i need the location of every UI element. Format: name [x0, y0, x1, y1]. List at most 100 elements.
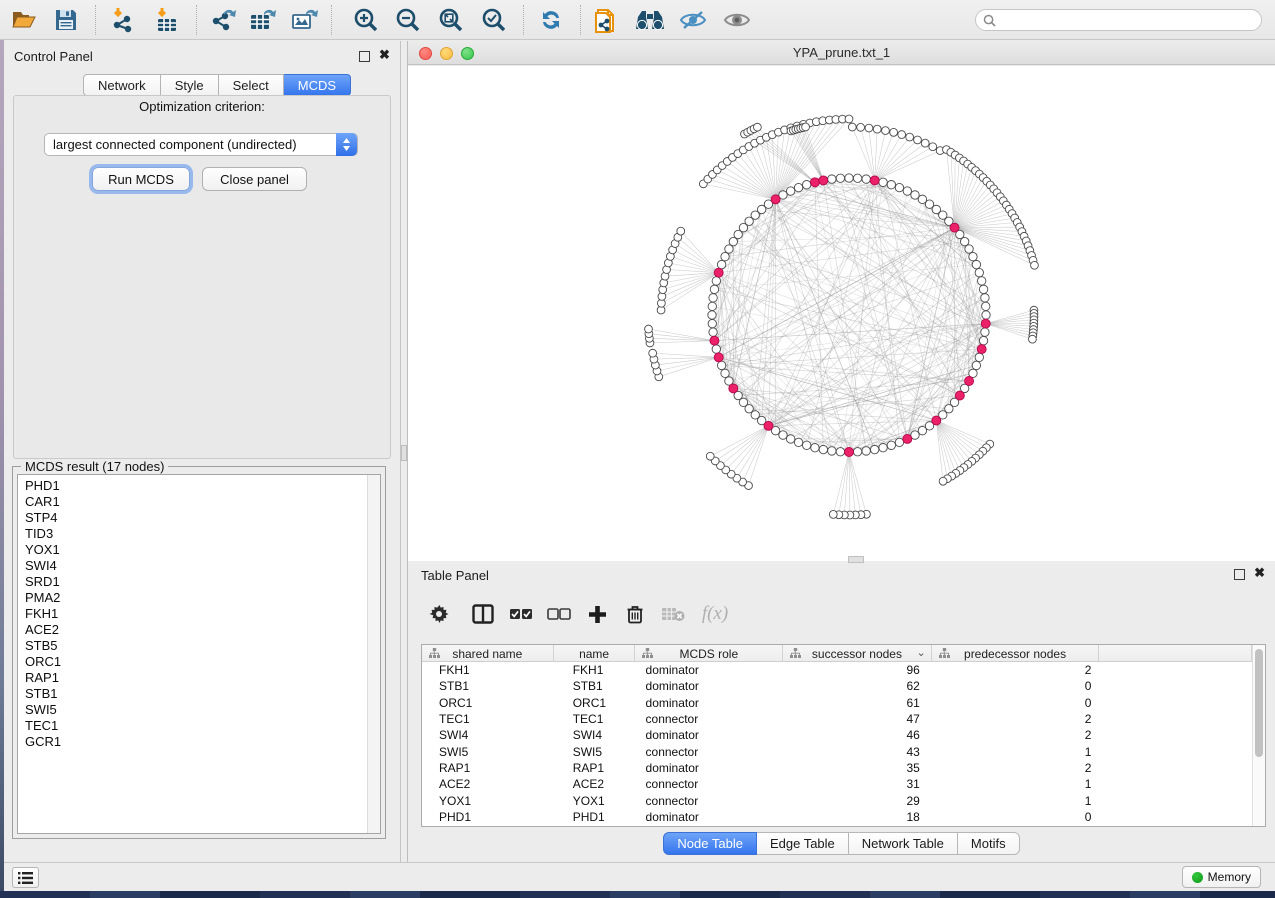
network-node[interactable]: [712, 277, 720, 285]
mcds-result-item[interactable]: ACE2: [18, 622, 380, 638]
search-input[interactable]: [1000, 13, 1261, 27]
network-mcds-hub-node[interactable]: [932, 416, 941, 425]
network-leaf-node[interactable]: [1029, 335, 1037, 343]
mcds-result-item[interactable]: ORC1: [18, 654, 380, 670]
mcds-result-item[interactable]: YOX1: [18, 542, 380, 558]
table-row[interactable]: FKH1FKH1dominator962: [422, 662, 1252, 678]
node-table-header[interactable]: shared namenameMCDS rolesuccessor nodes⌄…: [422, 645, 1252, 662]
network-node[interactable]: [972, 361, 980, 369]
network-node[interactable]: [870, 445, 878, 453]
task-history-button[interactable]: [12, 867, 39, 888]
network-node[interactable]: [977, 277, 985, 285]
network-node[interactable]: [710, 285, 718, 293]
network-node[interactable]: [712, 345, 720, 353]
tab-motifs[interactable]: Motifs: [958, 832, 1020, 855]
import-network-button[interactable]: [105, 3, 141, 37]
export-network-button[interactable]: [206, 3, 242, 37]
zoom-out-button[interactable]: [390, 3, 426, 37]
network-node[interactable]: [836, 448, 844, 456]
zoom-in-button[interactable]: [348, 3, 384, 37]
network-node[interactable]: [717, 361, 725, 369]
column-header-name[interactable]: name: [554, 645, 636, 662]
network-mcds-hub-node[interactable]: [710, 336, 719, 345]
table-row[interactable]: RAP1RAP1dominator352: [422, 760, 1252, 776]
network-mcds-hub-node[interactable]: [819, 176, 828, 185]
mcds-result-item[interactable]: SRD1: [18, 574, 380, 590]
settings-gear-button[interactable]: [420, 596, 458, 632]
mcds-result-item[interactable]: GCR1: [18, 734, 380, 750]
network-mcds-hub-node[interactable]: [870, 176, 879, 185]
close-panel-button[interactable]: Close panel: [202, 167, 307, 191]
network-node[interactable]: [895, 438, 903, 446]
mcds-list-scrollbar[interactable]: [367, 475, 380, 833]
table-row[interactable]: SWI4SWI4dominator462: [422, 727, 1252, 743]
function-builder-button[interactable]: f(x): [692, 596, 738, 632]
table-row[interactable]: YOX1YOX1connector291: [422, 792, 1252, 808]
network-node[interactable]: [828, 175, 836, 183]
network-node[interactable]: [982, 302, 990, 310]
column-header-empty[interactable]: [1099, 645, 1252, 662]
network-mcds-hub-node[interactable]: [771, 195, 780, 204]
chevron-down-icon[interactable]: ⌄: [917, 646, 926, 659]
network-leaf-node[interactable]: [873, 125, 881, 133]
network-leaf-node[interactable]: [848, 123, 856, 131]
mcds-result-item[interactable]: SWI4: [18, 558, 380, 574]
zoom-selected-button[interactable]: [476, 3, 512, 37]
column-header-MCDS-role[interactable]: MCDS role: [635, 645, 783, 662]
table-row[interactable]: TEC1TEC1connector472: [422, 711, 1252, 727]
tab-network[interactable]: Network: [83, 74, 161, 96]
mcds-result-item[interactable]: TEC1: [18, 718, 380, 734]
memory-button[interactable]: Memory: [1182, 866, 1261, 888]
search-field[interactable]: [975, 9, 1262, 31]
network-node[interactable]: [972, 260, 980, 268]
network-mcds-hub-node[interactable]: [955, 391, 964, 400]
tab-style[interactable]: Style: [161, 74, 219, 96]
tab-select[interactable]: Select: [219, 74, 284, 96]
network-node[interactable]: [911, 191, 919, 199]
export-table-button[interactable]: [245, 3, 281, 37]
table-row[interactable]: PHD1PHD1dominator180: [422, 809, 1252, 825]
tab-mcds[interactable]: MCDS: [284, 74, 351, 96]
table-row[interactable]: STB1STB1dominator620: [422, 678, 1252, 694]
deselect-all-button[interactable]: [540, 596, 578, 632]
table-row[interactable]: ACE2ACE2connector311: [422, 776, 1252, 792]
network-node[interactable]: [853, 448, 861, 456]
tab-edge-table[interactable]: Edge Table: [757, 832, 849, 855]
delete-table-button[interactable]: [654, 596, 692, 632]
export-image-button[interactable]: [287, 3, 323, 37]
tab-network-table[interactable]: Network Table: [849, 832, 958, 855]
mcds-result-item[interactable]: STP4: [18, 510, 380, 526]
network-node[interactable]: [853, 174, 861, 182]
network-node[interactable]: [887, 441, 895, 449]
network-mcds-hub-node[interactable]: [965, 377, 974, 386]
network-node[interactable]: [828, 447, 836, 455]
network-mcds-hub-node[interactable]: [810, 178, 819, 187]
network-node[interactable]: [708, 302, 716, 310]
network-graph[interactable]: [408, 66, 1275, 561]
table-row[interactable]: ORC1ORC1dominator610: [422, 695, 1252, 711]
network-node[interactable]: [709, 294, 717, 302]
network-leaf-node[interactable]: [906, 133, 914, 141]
network-mcds-hub-node[interactable]: [977, 345, 986, 354]
float-panel-icon[interactable]: [359, 51, 370, 62]
node-table-body[interactable]: FKH1FKH1dominator962STB1STB1dominator620…: [422, 662, 1252, 826]
network-mcds-hub-node[interactable]: [903, 434, 912, 443]
network-leaf-node[interactable]: [649, 349, 657, 357]
zoom-fit-button[interactable]: [433, 3, 469, 37]
network-node[interactable]: [982, 311, 990, 319]
network-node[interactable]: [786, 435, 794, 443]
network-node[interactable]: [779, 431, 787, 439]
network-node[interactable]: [862, 175, 870, 183]
network-node[interactable]: [969, 252, 977, 260]
close-panel-icon[interactable]: ✖: [379, 47, 390, 63]
network-leaf-node[interactable]: [865, 124, 873, 132]
network-leaf-node[interactable]: [929, 143, 937, 151]
network-node[interactable]: [717, 260, 725, 268]
network-node[interactable]: [802, 441, 810, 449]
network-node[interactable]: [965, 245, 973, 253]
mcds-result-item[interactable]: CAR1: [18, 494, 380, 510]
network-leaf-node[interactable]: [921, 139, 929, 147]
network-node[interactable]: [879, 178, 887, 186]
network-node[interactable]: [975, 268, 983, 276]
open-file-button[interactable]: [6, 3, 42, 37]
